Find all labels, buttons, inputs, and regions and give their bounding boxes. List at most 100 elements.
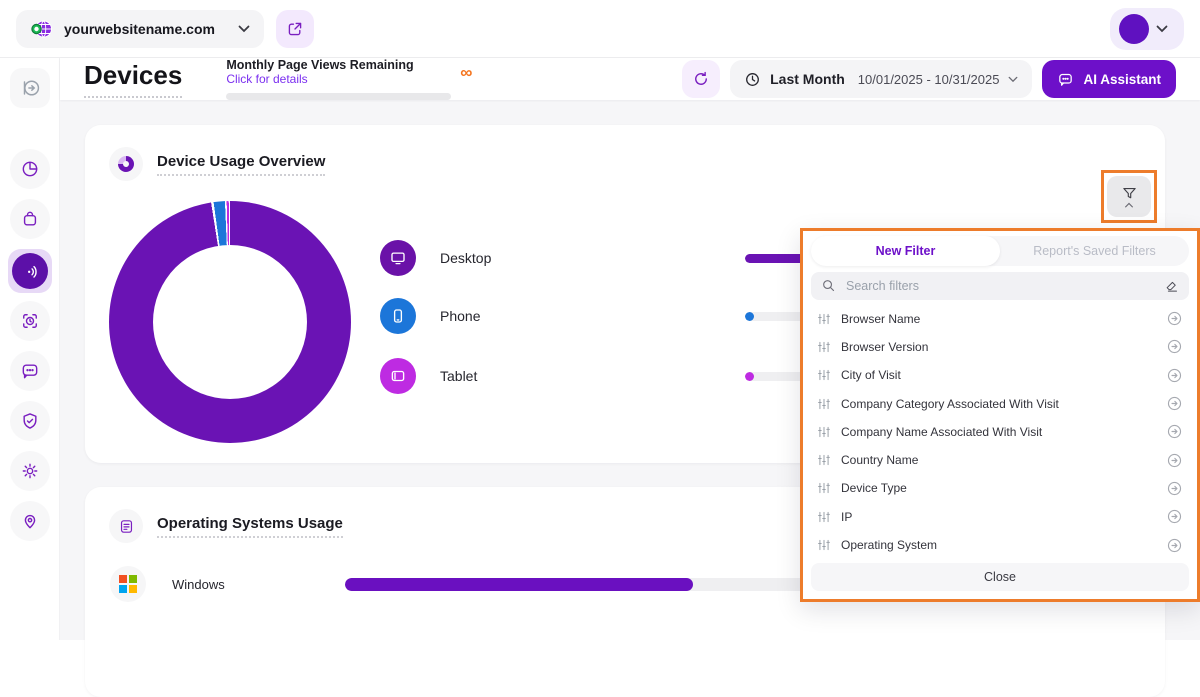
sidebar-item-communication[interactable] [10, 351, 50, 391]
eraser-icon[interactable] [1164, 278, 1179, 293]
device-card-title: Device Usage Overview [157, 153, 325, 176]
date-preset-label: Last Month [770, 71, 845, 87]
filter-row[interactable]: Browser Name [803, 305, 1197, 333]
map-pin-icon [20, 511, 40, 531]
ai-assistant-button[interactable]: AI Assistant [1042, 60, 1176, 98]
search-icon [821, 278, 836, 293]
avatar [1119, 14, 1149, 44]
arrow-circle-right-icon[interactable] [1166, 480, 1183, 497]
sidebar-item-privacy[interactable] [10, 401, 50, 441]
filter-row[interactable]: Country Name [803, 446, 1197, 474]
filter-toggle-button[interactable] [1107, 176, 1151, 217]
record-session-icon [20, 311, 40, 331]
close-filter-panel-button[interactable]: Close [811, 563, 1189, 591]
top-bar: yourwebsitename.com [0, 0, 1200, 58]
desktop-icon [380, 240, 416, 276]
ai-assistant-label: AI Assistant [1083, 72, 1161, 87]
refresh-button[interactable] [682, 60, 720, 98]
filter-panel: New Filter Report's Saved Filters Browse… [800, 228, 1200, 602]
arrow-circle-right-icon[interactable] [1166, 452, 1183, 469]
user-menu[interactable] [1110, 8, 1184, 50]
legend-row-desktop[interactable]: Desktop [380, 240, 491, 276]
os-row-label: Windows [172, 577, 225, 592]
mpv-progress-track [226, 93, 451, 100]
chat-bubble-icon [20, 361, 40, 381]
sidebar-item-ecommerce[interactable] [10, 199, 50, 239]
filter-row[interactable]: IP [803, 503, 1197, 531]
device-donut-chart[interactable] [109, 201, 351, 443]
document-list-icon [109, 509, 143, 543]
sliders-icon [817, 510, 831, 524]
legend-label: Tablet [440, 368, 477, 384]
mpv-title: Monthly Page Views Remaining [226, 58, 458, 72]
page-header: Devices Monthly Page Views Remaining Cli… [60, 58, 1200, 100]
globe-logo-icon [30, 18, 54, 40]
chevron-down-icon [1008, 76, 1018, 83]
arrow-circle-right-icon[interactable] [1166, 395, 1183, 412]
sidebar [0, 58, 60, 640]
monthly-page-views-widget: Monthly Page Views Remaining Click for d… [226, 58, 458, 100]
header-controls: Last Month 10/01/2025 - 10/31/2025 AI As… [682, 60, 1176, 98]
filter-row[interactable]: Company Name Associated With Visit [803, 418, 1197, 446]
sliders-icon [817, 481, 831, 495]
filter-search-input[interactable] [844, 278, 1156, 294]
filter-row[interactable]: Operating System [803, 531, 1197, 559]
date-range-value: 10/01/2025 - 10/31/2025 [858, 72, 1000, 87]
sidebar-item-dashboard[interactable] [10, 149, 50, 189]
tab-new-filter[interactable]: New Filter [811, 236, 1000, 266]
legend-row-phone[interactable]: Phone [380, 298, 480, 334]
tab-saved-filters[interactable]: Report's Saved Filters [1000, 236, 1189, 266]
page-title: Devices [84, 60, 182, 98]
filter-row[interactable]: City of Visit [803, 361, 1197, 389]
filter-tabs: New Filter Report's Saved Filters [811, 236, 1189, 266]
sliders-icon [817, 340, 831, 354]
collapse-sidebar-button[interactable] [10, 68, 50, 108]
funnel-icon [1121, 186, 1138, 201]
filter-search-bar [811, 272, 1189, 300]
gear-icon [20, 461, 40, 481]
sidebar-item-recordings[interactable] [10, 301, 50, 341]
phone-bar-fill [745, 312, 754, 321]
shield-check-icon [20, 411, 40, 431]
date-range-picker[interactable]: Last Month 10/01/2025 - 10/31/2025 [730, 60, 1032, 98]
device-card-header: Device Usage Overview [109, 147, 325, 181]
sidebar-item-visitors-active[interactable] [8, 249, 52, 293]
refresh-icon [692, 70, 710, 88]
legend-label: Desktop [440, 250, 491, 266]
donut-chart-icon [109, 147, 143, 181]
website-name: yourwebsitename.com [64, 21, 228, 37]
arrow-circle-right-icon[interactable] [1166, 367, 1183, 384]
tablet-icon [380, 358, 416, 394]
arrow-circle-right-icon[interactable] [1166, 508, 1183, 525]
shopping-bag-icon [20, 209, 40, 229]
arrow-circle-right-icon[interactable] [1166, 338, 1183, 355]
pie-chart-icon [20, 159, 40, 179]
mpv-details-link[interactable]: Click for details [226, 72, 458, 86]
phone-icon [380, 298, 416, 334]
open-website-button[interactable] [276, 10, 314, 48]
arrow-circle-right-icon[interactable] [1166, 537, 1183, 554]
clock-icon [744, 71, 761, 88]
chevron-down-icon [1156, 25, 1168, 33]
arrow-circle-right-icon[interactable] [1166, 423, 1183, 440]
chevron-down-icon [238, 25, 250, 33]
sidebar-item-locations[interactable] [10, 501, 50, 541]
legend-row-tablet[interactable]: Tablet [380, 358, 477, 394]
ai-chat-icon [1057, 71, 1074, 88]
sliders-icon [817, 397, 831, 411]
website-selector[interactable]: yourwebsitename.com [16, 10, 264, 48]
sidebar-item-settings[interactable] [10, 451, 50, 491]
filter-row[interactable]: Device Type [803, 474, 1197, 502]
legend-label: Phone [440, 308, 480, 324]
filter-row[interactable]: Company Category Associated With Visit [803, 389, 1197, 417]
filter-list: Browser Name Browser Version City of Vis… [803, 302, 1197, 560]
sliders-icon [817, 368, 831, 382]
radar-icon [12, 253, 48, 289]
infinity-icon: ∞ [460, 64, 472, 81]
filter-button-highlight [1101, 170, 1157, 223]
filter-row[interactable]: Browser Version [803, 333, 1197, 361]
os-card-title: Operating Systems Usage [157, 515, 343, 538]
arrow-circle-right-icon[interactable] [1166, 310, 1183, 327]
external-link-icon [287, 21, 303, 37]
sliders-icon [817, 538, 831, 552]
